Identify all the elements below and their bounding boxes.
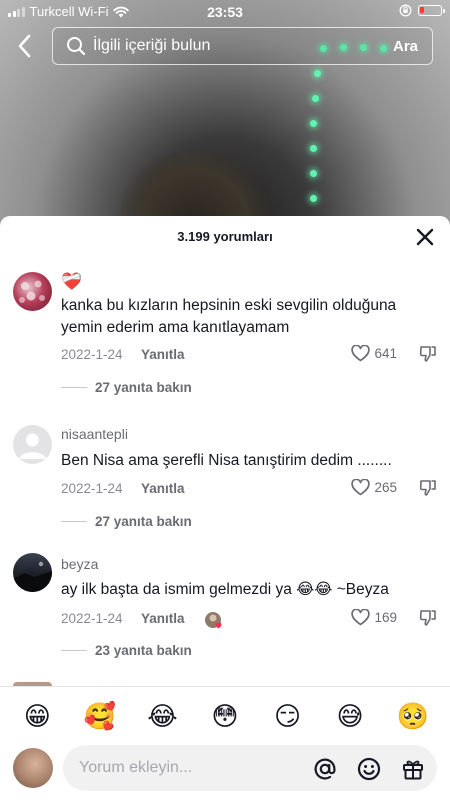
led-strip-light xyxy=(312,95,319,102)
like-button[interactable]: 641 xyxy=(351,345,397,362)
search-placeholder[interactable]: İlgili içeriği bulun xyxy=(93,37,393,55)
emoji-button[interactable]: 🥺 xyxy=(393,698,433,736)
view-replies-label[interactable]: 27 yanıta bakın xyxy=(95,514,192,529)
like-button[interactable]: 265 xyxy=(351,479,397,496)
mention-button[interactable] xyxy=(313,757,337,781)
comment-username[interactable]: nisaantepli xyxy=(61,426,128,442)
heart-icon xyxy=(351,345,371,362)
led-strip-light xyxy=(310,120,317,127)
comment-meta: 2022-1-24 Yanıtla 641 xyxy=(61,345,441,367)
heart-icon xyxy=(351,479,371,496)
avatar[interactable] xyxy=(13,425,52,464)
emoji-button[interactable]: 😁 xyxy=(17,698,57,736)
emoji-button[interactable]: 🥰 xyxy=(80,698,120,736)
avatar-pattern xyxy=(19,280,45,303)
at-icon xyxy=(314,758,336,780)
comment-meta: 2022-1-24 Yanıtla 169 xyxy=(61,609,441,631)
led-strip-light xyxy=(314,70,321,77)
comment-date: 2022-1-24 xyxy=(61,481,123,496)
comment-text: Ben Nisa ama şerefli Nisa tanıştirim ded… xyxy=(61,452,392,469)
view-replies-label[interactable]: 23 yanıta bakın xyxy=(95,643,192,658)
reply-button[interactable]: Yanıtla xyxy=(141,481,185,496)
close-icon[interactable] xyxy=(416,228,434,246)
emoji-button[interactable]: 😏 xyxy=(268,698,308,736)
comment-username[interactable]: beyza xyxy=(61,556,98,572)
comment-meta: 2022-1-24 Yanıtla 265 xyxy=(61,479,441,501)
view-replies-line xyxy=(61,521,87,522)
battery-icon xyxy=(418,5,445,16)
smiley-icon xyxy=(357,757,381,781)
gift-button[interactable] xyxy=(401,757,425,781)
comment-text: ay ilk başta da ismim gelmezdi ya 😂😂 ~Be… xyxy=(61,581,389,598)
led-strip-light xyxy=(310,170,317,177)
comment-date: 2022-1-24 xyxy=(61,611,123,626)
reply-button[interactable]: Yanıtla xyxy=(141,611,185,626)
default-avatar-icon xyxy=(19,433,46,459)
view-replies-label[interactable]: 27 yanıta bakın xyxy=(95,380,192,395)
search-button[interactable]: Ara xyxy=(393,38,418,55)
search-icon xyxy=(67,37,86,56)
like-count: 641 xyxy=(374,346,397,361)
view-replies-line xyxy=(61,650,87,651)
view-replies-link[interactable]: 27 yanıta bakın xyxy=(61,514,192,529)
reply-button[interactable]: Yanıtla xyxy=(141,347,185,362)
like-button[interactable]: 169 xyxy=(351,609,397,626)
like-count: 265 xyxy=(374,480,397,495)
avatar[interactable] xyxy=(13,272,52,311)
view-replies-line xyxy=(61,387,87,388)
thumbs-down-icon[interactable] xyxy=(419,609,437,627)
like-count: 169 xyxy=(374,610,397,625)
back-chevron-icon[interactable] xyxy=(14,32,36,60)
status-bar: Turkcell Wi-Fi 23:53 xyxy=(0,0,450,24)
status-right xyxy=(399,4,445,17)
comments-count-title: 3.199 yorumları xyxy=(177,229,273,244)
comment-text: kanka bu kızların hepsinin eski sevgilin… xyxy=(61,297,397,336)
clock: 23:53 xyxy=(207,4,243,20)
emoji-quick-bar: 😁 🥰 😂 😳 😏 😅 🥺 xyxy=(0,698,450,736)
input-divider xyxy=(0,686,450,687)
led-strip-light xyxy=(310,145,317,152)
emoji-button[interactable]: 😅 xyxy=(330,698,370,736)
creator-liked-avatar-icon xyxy=(205,612,222,629)
view-replies-link[interactable]: 23 yanıta bakın xyxy=(61,643,192,658)
avatar[interactable] xyxy=(13,553,52,592)
avatar-landscape xyxy=(13,561,52,592)
my-avatar xyxy=(13,748,53,788)
comment-date: 2022-1-24 xyxy=(61,347,123,362)
comment-input-row xyxy=(0,742,450,794)
search-bar[interactable]: İlgili içeriği bulun Ara xyxy=(52,27,433,65)
emoji-button[interactable]: 😳 xyxy=(205,698,245,736)
view-replies-link[interactable]: 27 yanıta bakın xyxy=(61,380,192,395)
emoji-button[interactable]: 😂 xyxy=(142,698,182,736)
comment-badge-emoji: ❤️‍🩹 xyxy=(61,272,83,291)
heart-icon xyxy=(351,609,371,626)
thumbs-down-icon[interactable] xyxy=(419,345,437,363)
thumbs-down-icon[interactable] xyxy=(419,479,437,497)
orientation-lock-icon xyxy=(399,4,412,17)
gift-icon xyxy=(403,760,423,780)
emoji-picker-button[interactable] xyxy=(357,757,381,781)
led-strip-light xyxy=(310,195,317,202)
